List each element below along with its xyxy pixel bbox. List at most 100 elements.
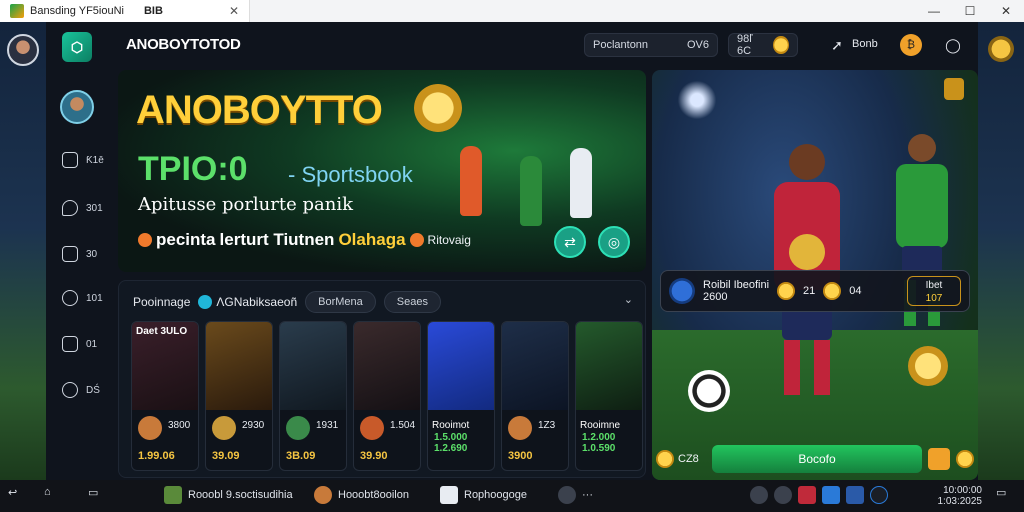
bet-amount: CZ8: [656, 450, 706, 468]
tray-globe-icon[interactable]: [750, 486, 768, 504]
brand-name[interactable]: ANOBOYTOTOD: [126, 36, 241, 53]
coin-icon: [823, 282, 842, 300]
sidebar-item-label: 101: [86, 292, 103, 304]
close-window-icon[interactable]: ✕: [988, 4, 1024, 18]
game-icon: [286, 416, 310, 440]
logo-icon[interactable]: ⬡: [62, 32, 92, 62]
sidebar-item-home[interactable]: 01: [62, 336, 97, 352]
tray-app-icon[interactable]: [798, 486, 816, 504]
tray-icons: [750, 486, 888, 504]
tray-app-icon[interactable]: [822, 486, 840, 504]
game-tile[interactable]: 1931 3B.09: [279, 321, 347, 471]
game-tile[interactable]: Rooimot 1.5.000 1.2.690: [427, 321, 495, 471]
bet-bar: CZ8 Bocofo: [656, 444, 974, 474]
games-tag[interactable]: ΛGNabiksaeoñ: [198, 295, 297, 309]
maximize-icon[interactable]: ☐: [952, 4, 988, 18]
browser-tab[interactable]: Bansding YF5iouNi BIB ✕: [0, 0, 250, 22]
game-odds-line: 1.2.690: [434, 443, 468, 454]
filter-chip[interactable]: BorMena: [305, 291, 376, 313]
sidebar-avatar[interactable]: [60, 90, 94, 124]
sidebar-item-label: 01: [86, 338, 98, 350]
system-clock[interactable]: 10:00:00 1:03:2025: [938, 485, 983, 507]
search-pill-value: OV6: [686, 39, 709, 51]
clock-time: 10:00:00: [943, 485, 982, 496]
odds-box-label: Ibet: [925, 280, 943, 291]
gamepad-icon[interactable]: ◎: [598, 226, 630, 258]
sidebar-item-label: 30: [86, 248, 98, 260]
bet-slip-icon[interactable]: ⇄: [554, 226, 586, 258]
search-pill[interactable]: Poclantonn OV6: [584, 33, 718, 57]
top-navigation: ⬡ ANOBOYTOTOD Poclantonn OV6 98ľ 6C ➚ Bo…: [46, 22, 978, 68]
tab2-label[interactable]: BIB: [144, 5, 163, 17]
match-value: 2600: [703, 291, 728, 303]
gold-coin-icon: [908, 346, 948, 386]
game-tile[interactable]: Rooimne 1.2.000 1.0.590: [575, 321, 643, 471]
coin-icon[interactable]: [956, 450, 974, 468]
taskbar-app-label: Rooobl 9.soctisudihia: [188, 489, 293, 501]
game-tile[interactable]: 1.504 39.90: [353, 321, 421, 471]
match-name: Roibil Ibeofini: [703, 279, 770, 291]
globe-icon: [62, 290, 78, 306]
chevron-down-icon[interactable]: ⌄: [624, 293, 633, 306]
game-tile[interactable]: Daet 3ULO 3800 1.99.06: [131, 321, 199, 471]
window-switch-icon[interactable]: ▭: [88, 486, 98, 499]
game-odds: 3B.09: [286, 450, 316, 462]
player-figure: [460, 146, 482, 216]
trophy-icon: [62, 152, 78, 168]
clock-date: 1:03:2025: [937, 496, 983, 507]
sidebar-item-phone[interactable]: 30: [62, 246, 97, 262]
taskbar-app[interactable]: Hooobt8ooilon: [314, 486, 409, 504]
taskbar-app[interactable]: Rooobl 9.soctisudihia: [164, 486, 293, 504]
login-label[interactable]: Bonb: [852, 38, 878, 50]
signin-icon[interactable]: ➚: [826, 34, 848, 56]
games-header: Pooinnage ΛGNabiksaeoñ BorMena Seaes: [133, 291, 441, 313]
coin-icon: [773, 36, 789, 54]
games-section: Pooinnage ΛGNabiksaeoñ BorMena Seaes ⌄ D…: [118, 280, 646, 478]
balance-pill[interactable]: 98ľ 6C: [728, 33, 798, 57]
stadium-background-right: [978, 22, 1024, 480]
sportsbook-app: ⬡ ANOBOYTOTOD Poclantonn OV6 98ľ 6C ➚ Bo…: [46, 22, 978, 480]
tray-settings-icon[interactable]: [774, 486, 792, 504]
taskbar-app[interactable]: Rophoogoge: [440, 486, 527, 504]
game-odds-line: 1.2.000: [582, 432, 616, 443]
minimize-icon[interactable]: —: [916, 4, 952, 18]
sidebar-item-refresh[interactable]: DŚ: [62, 382, 100, 398]
odds-box[interactable]: Ibet 107: [907, 276, 961, 306]
extension-coin-icon[interactable]: [988, 36, 1014, 62]
home-shape-icon[interactable]: ⌂: [44, 486, 51, 498]
hero-players-illustration: [430, 126, 630, 246]
sidebar-item-trophy[interactable]: Ƙ1ē: [62, 152, 104, 168]
badge-icon: [944, 78, 964, 100]
promo-dot-icon: [138, 233, 152, 247]
match-stats-card[interactable]: Roibil Ibeofini 2600 21 04 Ibet 107: [660, 270, 970, 312]
game-odds: 39.09: [212, 450, 240, 462]
back-icon[interactable]: ↩: [8, 486, 17, 499]
hero-banner[interactable]: ANOBOYTTO TPIO:0 - Sportsbook Apitusse p…: [118, 70, 646, 272]
place-bet-button[interactable]: Bocofo: [712, 445, 922, 473]
game-title: Daet 3ULO: [136, 326, 188, 337]
close-tab-icon[interactable]: ✕: [229, 4, 239, 18]
featured-match-panel[interactable]: Roibil Ibeofini 2600 21 04 Ibet 107 CZ8 …: [652, 70, 978, 480]
app-icon: [440, 486, 458, 504]
profile-avatar[interactable]: [7, 34, 39, 66]
user-icon[interactable]: ◯: [942, 34, 964, 56]
sidebar-item-globe[interactable]: 101: [62, 290, 103, 306]
game-odds-line: 1.0.590: [582, 443, 616, 454]
tray-app-icon[interactable]: [846, 486, 864, 504]
wallet-icon[interactable]: ₿: [900, 34, 922, 56]
game-value: 1Z3: [538, 420, 556, 431]
tray-app-icon[interactable]: [870, 486, 888, 504]
site-favicon-icon: [10, 4, 24, 18]
taskbar-app[interactable]: ···: [558, 486, 593, 504]
notification-icon[interactable]: ▭: [996, 486, 1006, 499]
sidebar-item-chat[interactable]: 301: [62, 200, 103, 216]
game-tile[interactable]: 1Z3 3900: [501, 321, 569, 471]
sidebar: Ƙ1ē 301 30 101 01 DŚ: [46, 68, 110, 480]
game-label: Rooimne: [580, 420, 621, 431]
hero-subtitle-code: TPIO:0: [138, 150, 248, 188]
bet-option-icon[interactable]: [928, 448, 950, 470]
filter-chip[interactable]: Seaes: [383, 291, 441, 313]
os-taskbar: ↩ ⌂ ▭ Rooobl 9.soctisudihia Hooobt8ooilo…: [0, 480, 1024, 512]
game-tile[interactable]: 2930 39.09: [205, 321, 273, 471]
promo-start: pecinta: [156, 230, 216, 249]
